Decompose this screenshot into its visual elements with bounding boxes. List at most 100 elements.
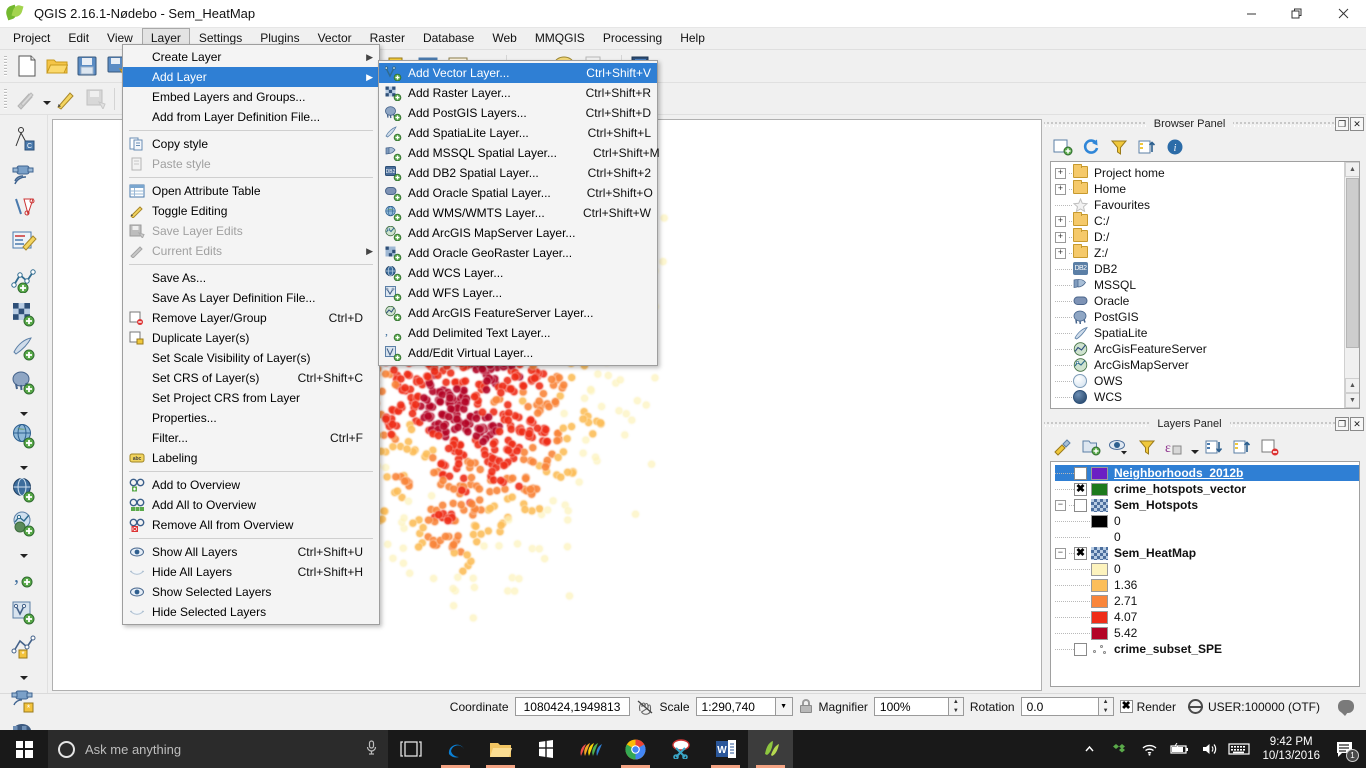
expression-filter-caret[interactable] (1190, 437, 1199, 457)
measure-line-icon[interactable]: C (4, 122, 44, 156)
browser-scroll-up[interactable]: ▲ (1345, 162, 1360, 177)
add-raster-layer-icon[interactable] (4, 297, 44, 331)
word-icon[interactable]: W (703, 730, 748, 768)
layers-panel-titlebar[interactable]: Layers Panel ❐ ✕ (1044, 415, 1366, 433)
file-explorer-icon[interactable] (478, 730, 523, 768)
expand-all-icon[interactable] (1201, 435, 1227, 459)
browser-scroll-thumb[interactable] (1346, 178, 1359, 348)
browser-item-arcgismapserver[interactable]: ArcGisMapServer (1055, 357, 1359, 373)
menubar-item-project[interactable]: Project (4, 28, 59, 49)
add-layer-item-add-edit-virtual-layer[interactable]: Add/Edit Virtual Layer... (379, 343, 657, 363)
close-button[interactable] (1320, 0, 1366, 28)
add-layer-item-add-arcgis-featureserver-layer[interactable]: Add ArcGIS FeatureServer Layer... (379, 303, 657, 323)
layer-visibility-checkbox[interactable] (1074, 499, 1087, 512)
render-checkbox[interactable]: ✖ (1120, 700, 1133, 713)
edge-icon[interactable] (433, 730, 478, 768)
add-layer-item-add-raster-layer[interactable]: Add Raster Layer...Ctrl+Shift+R (379, 83, 657, 103)
layer-menu-item-add-all-to-overview[interactable]: Add All to Overview (123, 495, 379, 515)
toggle-extents-icon[interactable] (636, 699, 654, 715)
task-view-icon[interactable] (388, 730, 433, 768)
add-wms-layer-icon[interactable] (4, 419, 44, 453)
messages-icon[interactable] (1338, 700, 1354, 713)
layers-panel-float-button[interactable]: ❐ (1335, 417, 1349, 431)
layer-menu-item-open-attribute-table[interactable]: Open Attribute Table (123, 181, 379, 201)
add-layer-item-add-oracle-georaster-layer[interactable]: Add Oracle GeoRaster Layer... (379, 243, 657, 263)
legend-class-row-0[interactable]: 0 (1055, 529, 1359, 545)
browser-item-c[interactable]: +C:/ (1055, 213, 1359, 229)
layer-menu-item-show-selected-layers[interactable]: Show Selected Layers (123, 582, 379, 602)
add-delimited-text-icon[interactable]: , (4, 561, 44, 595)
crs-status-icon[interactable] (1188, 699, 1203, 714)
open-project-icon[interactable] (42, 52, 72, 80)
keyboard-icon[interactable] (1224, 730, 1254, 768)
layer-row-sem-heatmap[interactable]: −✖Sem_HeatMap (1055, 545, 1359, 561)
filter-icon[interactable] (1106, 135, 1132, 159)
new-gps-layer-icon[interactable]: * (4, 683, 44, 717)
layer-menu-item-set-crs-of-layer-s[interactable]: Set CRS of Layer(s)Ctrl+Shift+C (123, 368, 379, 388)
collapse-toggle-icon[interactable]: − (1055, 548, 1066, 559)
layer-menu-item-show-all-layers[interactable]: Show All LayersCtrl+Shift+U (123, 542, 379, 562)
maximize-restore-button[interactable] (1274, 0, 1320, 28)
save-layer-edits-icon[interactable] (81, 85, 111, 113)
menubar-item-help[interactable]: Help (671, 28, 714, 49)
layer-menu-item-create-layer[interactable]: Create Layer▶ (123, 47, 379, 67)
browser-scroll-down[interactable]: ▼ (1345, 393, 1360, 408)
add-postgis-layer-icon[interactable] (4, 365, 44, 399)
show-hidden-icons-caret[interactable] (1074, 730, 1104, 768)
layer-visibility-checkbox[interactable]: ✖ (1074, 547, 1087, 560)
save-project-icon[interactable] (72, 52, 102, 80)
layer-row-crime-subset-spe[interactable]: crime_subset_SPE (1055, 641, 1359, 657)
expand-toggle-icon[interactable]: + (1055, 232, 1066, 243)
add-layer-item-add-vector-layer[interactable]: Add Vector Layer...Ctrl+Shift+V (379, 63, 657, 83)
layer-menu-item-add-to-overview[interactable]: Add to Overview (123, 475, 379, 495)
add-layer-submenu-popup[interactable]: Add Vector Layer...Ctrl+Shift+VAdd Raste… (378, 60, 658, 366)
menubar-item-mmqgis[interactable]: MMQGIS (526, 28, 594, 49)
add-spatialite-layer-icon[interactable] (4, 331, 44, 365)
microphone-icon[interactable] (365, 740, 378, 759)
postgis-dropdown-caret[interactable] (19, 399, 28, 419)
add-wcs-layer-icon[interactable] (4, 473, 44, 507)
layers-panel-close-button[interactable]: ✕ (1350, 417, 1364, 431)
layer-menu-item-add-from-layer-definition-file[interactable]: Add from Layer Definition File... (123, 107, 379, 127)
snipping-tool-icon[interactable] (658, 730, 703, 768)
manage-visibility-icon[interactable] (1106, 435, 1132, 459)
browser-item-project-home[interactable]: +Project home (1055, 165, 1359, 181)
menubar-item-web[interactable]: Web (483, 28, 525, 49)
browser-item-mssql[interactable]: MSSQL (1055, 277, 1359, 293)
layer-visibility-checkbox[interactable]: ✖ (1074, 483, 1087, 496)
add-layer-item-add-oracle-spatial-layer[interactable]: Add Oracle Spatial Layer...Ctrl+Shift+O (379, 183, 657, 203)
add-arcgis-mapserver-icon[interactable] (4, 507, 44, 541)
toolbar-grip-2[interactable] (2, 87, 10, 111)
gps-information-icon[interactable] (4, 156, 44, 190)
legend-class-row-1.36[interactable]: 1.36 (1055, 577, 1359, 593)
browser-item-wcs[interactable]: WCS (1055, 389, 1359, 405)
layer-menu-item-remove-all-from-overview[interactable]: Remove All from Overview (123, 515, 379, 535)
legend-class-row-4.07[interactable]: 4.07 (1055, 609, 1359, 625)
layer-menu-item-save-as-layer-definition-file[interactable]: Save As Layer Definition File... (123, 288, 379, 308)
layer-menu-item-save-as[interactable]: Save As... (123, 268, 379, 288)
layer-visibility-checkbox[interactable] (1074, 467, 1087, 480)
browser-item-arcgisfeatureserver[interactable]: ArcGisFeatureServer (1055, 341, 1359, 357)
legend-class-row-2.71[interactable]: 2.71 (1055, 593, 1359, 609)
battery-icon[interactable] (1164, 730, 1194, 768)
legend-class-row-0[interactable]: 0 (1055, 561, 1359, 577)
add-layer-item-add-wms-wmts-layer[interactable]: Add WMS/WMTS Layer...Ctrl+Shift+W (379, 203, 657, 223)
arcgis-dropdown-caret[interactable] (19, 541, 28, 561)
magnifier-spinner[interactable]: ▲▼ (949, 697, 964, 716)
layer-menu-item-duplicate-layer-s[interactable]: Duplicate Layer(s) (123, 328, 379, 348)
qgis-icon[interactable] (748, 730, 793, 768)
browser-scrollbar[interactable]: ▲ ▲ ▼ (1344, 162, 1359, 408)
browser-tree[interactable]: +Project home+HomeFavourites+C:/+D:/+Z:/… (1050, 161, 1360, 409)
add-layer-item-add-delimited-text-layer[interactable]: ,Add Delimited Text Layer... (379, 323, 657, 343)
magnifier-input[interactable]: 100% (874, 697, 949, 716)
style-manager-icon[interactable] (1050, 435, 1076, 459)
scale-dropdown-button[interactable]: ▼ (776, 697, 793, 716)
browser-item-favourites[interactable]: Favourites (1055, 197, 1359, 213)
dropbox-tray-icon[interactable] (1104, 730, 1134, 768)
expand-toggle-icon[interactable]: + (1055, 168, 1066, 179)
browser-item-home[interactable]: +Home (1055, 181, 1359, 197)
msn-weather-icon[interactable] (568, 730, 613, 768)
browser-item-z[interactable]: +Z:/ (1055, 245, 1359, 261)
expand-toggle-icon[interactable]: + (1055, 184, 1066, 195)
layer-menu-item-set-scale-visibility-of-layer-s[interactable]: Set Scale Visibility of Layer(s) (123, 348, 379, 368)
